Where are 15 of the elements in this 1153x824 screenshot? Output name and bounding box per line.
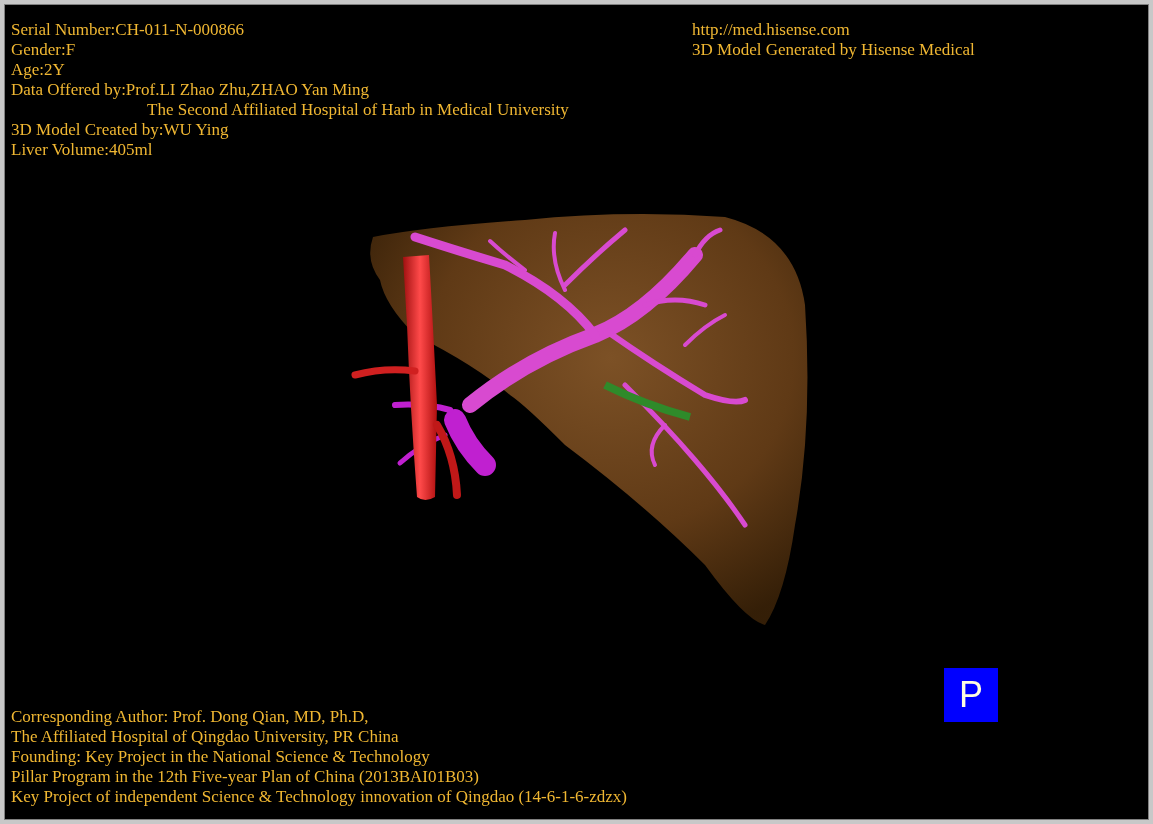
credit-text: Pillar Program in the 12th Five-year Plan of China (2013BAI01B03) — [11, 767, 480, 787]
branding-text: http://med.hisense.com — [692, 20, 851, 40]
credit-text: Corresponding Author: Prof. Dong Qian, MD, Ph.D, — [11, 707, 370, 727]
info-text: The Second Affiliated Hospital of Harb in Medical University — [146, 100, 569, 120]
projection-button[interactable]: P — [944, 668, 998, 722]
credit-text: Key Project of independent Science & Technology innovation of Qingdao (14-6-1-6-zdzx) — [11, 787, 627, 807]
info-text: Data Offered by:Prof.LI Zhao Zhu,ZHAO Yan Ming — [11, 80, 371, 100]
credit-text: The Affiliated Hospital of Qingdao University, PR China — [11, 727, 400, 747]
info-text: Gender:F — [11, 40, 77, 60]
info-text: 3D Model Created by:WU Ying — [11, 120, 230, 140]
credit-text: Founding: Key Project in the National Science & Technology — [11, 747, 431, 767]
branding-text: 3D Model Generated by Hisense Medical — [692, 40, 976, 60]
info-text: Liver Volume:405ml — [11, 140, 154, 160]
info-text: Serial Number:CH-011-N-000866 — [11, 20, 246, 40]
info-text: Age:2Y — [11, 60, 66, 80]
